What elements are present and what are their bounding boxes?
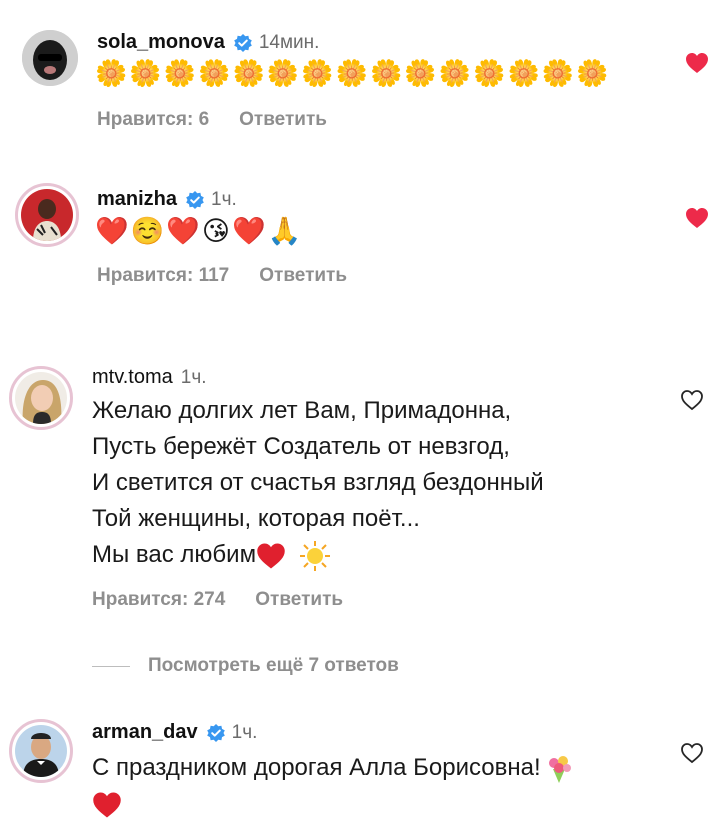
comment-actions: Нравится: 6 Ответить [97, 109, 327, 131]
comment-line: И светится от счастья взгляд бездонный [92, 469, 544, 496]
comment-actions: Нравится: 274 Ответить [92, 589, 343, 611]
comment-header: mtv.toma 1ч. [92, 366, 207, 389]
verified-badge-icon [206, 723, 225, 742]
comment-text: С праздником дорогая Алла Борисовна! [92, 750, 692, 822]
view-more-label[interactable]: Посмотреть ещё 7 ответов [148, 655, 399, 677]
sun-emoji-icon [299, 540, 330, 571]
comment-line: Мы вас любим [92, 541, 257, 568]
comment-header: manizha 1ч. [97, 188, 237, 211]
comment-line-last: Мы вас любим [92, 537, 544, 573]
comment-time: 1ч. [211, 188, 237, 210]
comment-text: ❤️☺️❤️😘❤️🙏 [95, 216, 304, 246]
likes-count[interactable]: Нравится: 274 [92, 589, 225, 611]
username[interactable]: sola_monova [97, 31, 225, 54]
comment-line-first: С праздником дорогая Алла Борисовна! [92, 750, 692, 786]
heart-filled-icon[interactable] [685, 207, 709, 229]
comment-time: 1ч. [180, 366, 207, 388]
bouquet-emoji-icon [548, 755, 571, 783]
verified-badge-icon [234, 33, 252, 52]
avatar[interactable] [9, 719, 73, 783]
divider-line [92, 665, 130, 667]
heart-outline-icon[interactable] [680, 389, 704, 411]
comment-time: 14мин. [258, 31, 320, 53]
heart-emoji-icon [93, 792, 121, 818]
comment-line: Той женщины, которая поёт... [92, 505, 420, 532]
comment-actions: Нравится: 117 Ответить [97, 265, 347, 287]
comment-line: С праздником дорогая Алла Борисовна! [92, 754, 541, 781]
heart-emoji-icon [257, 543, 285, 569]
username[interactable]: manizha [97, 188, 177, 211]
avatar-photo [15, 725, 67, 777]
reply-button[interactable]: Ответить [259, 265, 347, 287]
reply-button[interactable]: Ответить [239, 109, 327, 131]
comment-text: 🌼🌼🌼🌼🌼🌼🌼🌼🌼🌼🌼🌼🌼🌼🌼 [95, 58, 611, 88]
avatar[interactable] [9, 366, 73, 430]
comment-line: Желаю долгих лет Вам, Примадонна, [92, 397, 512, 424]
comment-header: sola_monova 14мин. [97, 31, 319, 54]
comment-time: 1ч. [231, 721, 258, 743]
reply-button[interactable]: Ответить [255, 589, 343, 611]
heart-outline-icon[interactable] [680, 742, 704, 764]
avatar-photo [22, 30, 78, 86]
likes-count[interactable]: Нравится: 6 [97, 109, 209, 131]
comment-line-second [92, 786, 692, 822]
comment-header: arman_dav 1ч. [92, 721, 257, 744]
view-more-replies[interactable]: Посмотреть ещё 7 ответов [92, 655, 399, 677]
username[interactable]: mtv.toma [92, 366, 173, 389]
comment-text: Желаю долгих лет Вам, Примадонна, Пусть … [92, 393, 544, 573]
heart-filled-icon[interactable] [685, 52, 709, 74]
avatar[interactable] [22, 30, 78, 86]
likes-count[interactable]: Нравится: 117 [97, 265, 229, 287]
avatar-photo [21, 189, 73, 241]
avatar[interactable] [15, 183, 79, 247]
avatar-photo [15, 372, 67, 424]
verified-badge-icon [186, 190, 204, 209]
comment-line: Пусть бережёт Создатель от невзгод, [92, 433, 510, 460]
username[interactable]: arman_dav [92, 721, 198, 744]
